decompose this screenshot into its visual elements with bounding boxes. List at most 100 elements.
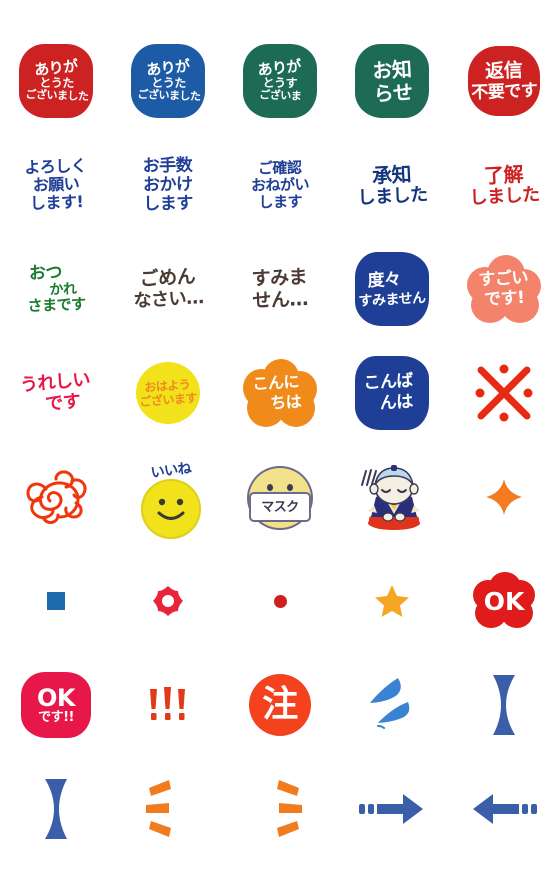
x-mark-icon bbox=[475, 364, 533, 422]
sticker-iine-smiley[interactable]: いいね bbox=[125, 452, 211, 540]
sticker-line: です!! bbox=[38, 710, 74, 725]
sticker-cell-15[interactable]: すごい です! bbox=[448, 237, 560, 341]
sticker-line: 度々 bbox=[367, 269, 402, 291]
sticker-red-flower-ring[interactable] bbox=[125, 558, 211, 644]
sticker-cell-40[interactable] bbox=[448, 757, 560, 861]
sticker-cell-5[interactable]: 返信 不要です bbox=[448, 29, 560, 133]
sticker-chuu-caution-stamp[interactable]: 注 bbox=[237, 662, 323, 748]
sticker-cell-36[interactable] bbox=[0, 757, 112, 861]
smiley-face-icon bbox=[141, 479, 201, 539]
sticker-cell-8[interactable]: ご確認 おねがい します bbox=[224, 133, 336, 237]
sticker-cell-38[interactable] bbox=[224, 757, 336, 861]
sticker-cell-7[interactable]: お手数 おかけ します bbox=[112, 133, 224, 237]
mask-icon: マスク bbox=[249, 492, 311, 522]
sticker-line: さまです bbox=[27, 294, 86, 315]
sticker-ryoukai-shimashita[interactable]: 了解 しました bbox=[461, 142, 547, 228]
sticker-arrow-left[interactable] bbox=[461, 766, 547, 852]
sticker-line: んは bbox=[379, 391, 414, 414]
sticker-henshin-fuyou-desu[interactable]: 返信 不要です bbox=[461, 38, 547, 124]
sticker-cell-33[interactable]: 注 bbox=[224, 653, 336, 757]
sticker-arigatou-gozaimashita-red[interactable]: ありが とうた ございました bbox=[13, 38, 99, 124]
sticker-cell-31[interactable]: OK です!! bbox=[0, 653, 112, 757]
sticker-cell-4[interactable]: お知 らせ bbox=[336, 29, 448, 133]
sticker-cell-27[interactable] bbox=[112, 549, 224, 653]
sticker-cell-23[interactable]: マスク bbox=[224, 445, 336, 549]
sticker-cell-12[interactable]: ごめん なさい… bbox=[112, 237, 224, 341]
sticker-arrow-right[interactable] bbox=[349, 766, 435, 852]
sticker-cell-3[interactable]: ありが とうす ございま bbox=[224, 29, 336, 133]
sticker-speed-lines-left[interactable] bbox=[237, 766, 323, 852]
sticker-arigatou-gozaimashita-blue[interactable]: ありが とうた ございました bbox=[125, 38, 211, 124]
sticker-cell-21[interactable] bbox=[0, 445, 112, 549]
sticker-oshirase[interactable]: お知 らせ bbox=[349, 38, 435, 124]
sticker-bracket-close[interactable] bbox=[13, 766, 99, 852]
sticker-line: せん… bbox=[252, 287, 309, 312]
sticker-bracket-open[interactable] bbox=[461, 662, 547, 748]
sticker-cell-34[interactable] bbox=[336, 653, 448, 757]
sticker-cell-26[interactable] bbox=[0, 549, 112, 653]
sticker-ureshii-desu[interactable]: うれしい です bbox=[13, 350, 99, 436]
sticker-cell-17[interactable]: おはよう ございます bbox=[112, 341, 224, 445]
sticker-cell-9[interactable]: 承知 しました bbox=[336, 133, 448, 237]
sticker-red-dot[interactable] bbox=[237, 558, 323, 644]
sticker-masuku-face-mask[interactable]: マスク bbox=[237, 454, 323, 540]
sticker-tabitabi-sumimasen[interactable]: 度々 すみません bbox=[349, 246, 435, 332]
sticker-cell-2[interactable]: ありが とうた ございました bbox=[112, 29, 224, 133]
sticker-yoroshiku-onegai-shimasu[interactable]: よろしく お願い します! bbox=[13, 142, 99, 228]
sticker-cell-10[interactable]: 了解 しました bbox=[448, 133, 560, 237]
sticker-cell-14[interactable]: 度々 すみません bbox=[336, 237, 448, 341]
sticker-otesuu-okake-shimasu[interactable]: お手数 おかけ します bbox=[125, 142, 211, 228]
sticker-line: すごい bbox=[478, 267, 529, 290]
sticker-cell-30[interactable]: OK bbox=[448, 549, 560, 653]
sticker-konbanwa[interactable]: こんば んは bbox=[349, 350, 435, 436]
sticker-ohayou-gozaimasu-sun[interactable]: おはよう ございます bbox=[125, 350, 211, 436]
sticker-cell-28[interactable] bbox=[224, 549, 336, 653]
sticker-blue-sweat-drops[interactable] bbox=[349, 662, 435, 748]
sticker-otsukaresama-desu[interactable]: おつ かれ さまです bbox=[13, 246, 99, 332]
sticker-line: 了解 bbox=[483, 161, 524, 188]
sticker-blue-square[interactable] bbox=[13, 558, 99, 644]
sticker-line: いいね bbox=[149, 460, 193, 482]
sticker-cell-25[interactable] bbox=[448, 445, 560, 549]
sun-icon: おはよう ございます bbox=[126, 351, 210, 435]
sticker-cell-11[interactable]: おつ かれ さまです bbox=[0, 237, 112, 341]
sticker-sumimasen[interactable]: すみま せん… bbox=[237, 246, 323, 332]
sticker-cell-6[interactable]: よろしく お願い します! bbox=[0, 133, 112, 237]
sticker-line: 承知 bbox=[371, 161, 412, 188]
sticker-ok-stamp-red[interactable]: OK bbox=[461, 558, 547, 644]
sticker-cell-39[interactable] bbox=[336, 757, 448, 861]
sticker-cell-24[interactable] bbox=[336, 445, 448, 549]
sticker-cell-1[interactable]: ありが とうた ございました bbox=[0, 29, 112, 133]
sticker-cell-32[interactable] bbox=[112, 653, 224, 757]
sticker-bowing-person[interactable] bbox=[349, 454, 435, 540]
sticker-cell-29[interactable] bbox=[336, 549, 448, 653]
sticker-gokakunin-onegaishimasu[interactable]: ご確認 おねがい します bbox=[237, 142, 323, 228]
sticker-cell-22[interactable]: いいね bbox=[112, 445, 224, 549]
scribble-icon bbox=[26, 470, 87, 524]
sticker-line: おねがい bbox=[250, 174, 310, 195]
sticker-cell-19[interactable]: こんば んは bbox=[336, 341, 448, 445]
sticker-cell-37[interactable] bbox=[112, 757, 224, 861]
sticker-speed-lines-right[interactable] bbox=[125, 766, 211, 852]
sticker-red-x-mark[interactable] bbox=[461, 350, 547, 436]
sticker-cell-16[interactable]: うれしい です bbox=[0, 341, 112, 445]
diamond-sparkle-icon bbox=[486, 479, 522, 515]
sticker-konnichiwa[interactable]: こんに ちは bbox=[237, 350, 323, 436]
sticker-cell-35[interactable] bbox=[448, 653, 560, 757]
sticker-cell-20[interactable] bbox=[448, 341, 560, 445]
sticker-cell-13[interactable]: すみま せん… bbox=[224, 237, 336, 341]
sticker-red-scribble-spiral[interactable] bbox=[13, 454, 99, 540]
sticker-line: こんば bbox=[363, 370, 414, 394]
sticker-cell-18[interactable]: こんに ちは bbox=[224, 341, 336, 445]
sticker-triple-exclamation[interactable] bbox=[125, 662, 211, 748]
sticker-line: うれしい bbox=[19, 368, 91, 396]
sticker-line: こんに bbox=[251, 372, 300, 394]
flower-ring-icon bbox=[153, 586, 183, 616]
sticker-orange-diamond-sparkle[interactable] bbox=[461, 454, 547, 540]
sticker-gomennasai[interactable]: ごめん なさい… bbox=[125, 246, 211, 332]
sticker-arigatou-gozaimasu-green[interactable]: ありが とうす ございま bbox=[237, 38, 323, 124]
sticker-shouchi-shimashita[interactable]: 承知 しました bbox=[349, 142, 435, 228]
sticker-sugoi-desu[interactable]: すごい です! bbox=[461, 246, 547, 332]
sticker-ok-desu-stamp[interactable]: OK です!! bbox=[13, 662, 99, 748]
sticker-orange-star[interactable] bbox=[349, 558, 435, 644]
